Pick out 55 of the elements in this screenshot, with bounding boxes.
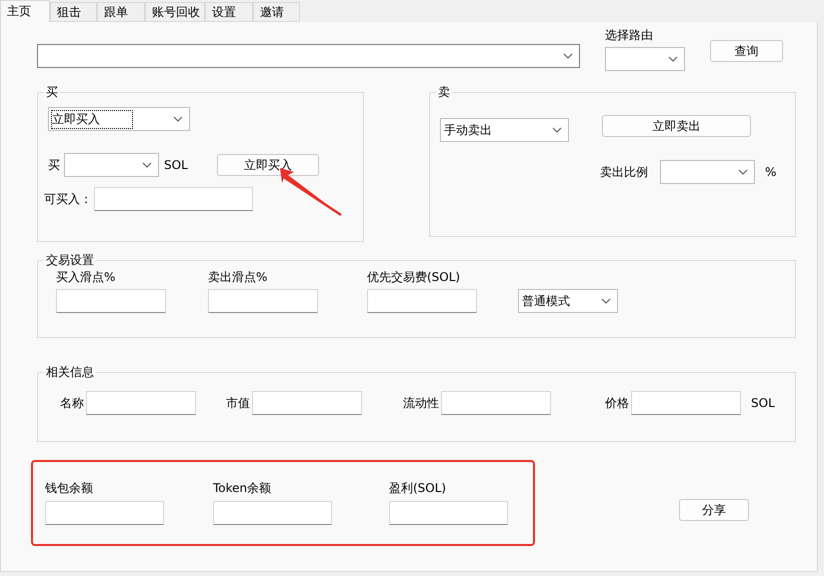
field-label: 市值 <box>226 394 250 412</box>
group-title: 相关信息 <box>45 364 95 381</box>
field-label: 买入滑点% <box>56 269 116 286</box>
input-field[interactable] <box>367 289 477 313</box>
buy-amount-label: 买 <box>48 156 60 174</box>
input-field[interactable] <box>208 289 318 313</box>
group-title: 卖 <box>437 84 451 101</box>
tab[interactable]: 邀请 <box>253 2 300 22</box>
field-label: 盈利(SOL) <box>389 480 448 497</box>
chevron-down-icon <box>173 116 183 122</box>
group-title: 交易设置 <box>45 252 95 269</box>
chevron-down-icon <box>668 56 678 62</box>
tab[interactable]: 狙击 <box>50 2 97 22</box>
input-field[interactable] <box>389 501 508 525</box>
field-label: 名称 <box>60 394 84 412</box>
tab[interactable]: 账号回收 <box>145 2 205 22</box>
chevron-down-icon <box>738 169 748 175</box>
query-button[interactable]: 查询 <box>710 40 783 62</box>
tab[interactable]: 跟单 <box>97 2 145 22</box>
input-field[interactable] <box>45 501 164 525</box>
chevron-down-icon <box>552 127 562 133</box>
input-field[interactable] <box>56 289 166 313</box>
mode-select[interactable]: 普通模式 <box>518 289 618 313</box>
buy-mode-select[interactable]: 立即买入 <box>48 107 190 131</box>
token-select[interactable] <box>37 44 580 68</box>
available-field[interactable] <box>94 187 253 211</box>
chevron-down-icon <box>601 298 611 304</box>
input-field[interactable] <box>252 391 362 415</box>
percent-unit: % <box>765 165 776 179</box>
field-label: 卖出滑点% <box>208 269 268 286</box>
field-label: 流动性 <box>403 394 439 412</box>
sell-mode-select[interactable]: 手动卖出 <box>440 118 569 142</box>
field-label: 优先交易费(SOL) <box>367 269 462 286</box>
chevron-down-icon <box>142 162 152 168</box>
input-field[interactable] <box>213 501 332 525</box>
sell-ratio-label: 卖出比例 <box>600 164 648 180</box>
input-field[interactable] <box>631 391 741 415</box>
chevron-down-icon <box>563 53 573 59</box>
input-field[interactable] <box>441 391 551 415</box>
buy-amount-select[interactable] <box>64 153 159 177</box>
input-field[interactable] <box>86 391 196 415</box>
field-label: Token余额 <box>213 480 272 497</box>
available-label: 可买入： <box>44 190 92 208</box>
share-button[interactable]: 分享 <box>679 499 749 521</box>
tab[interactable]: 主页 <box>0 0 50 22</box>
route-label: 选择路由 <box>605 27 654 44</box>
sol-unit: SOL <box>751 396 775 410</box>
field-label: 价格 <box>605 394 629 412</box>
tab[interactable]: 设置 <box>205 2 253 22</box>
group-title: 买 <box>45 84 59 101</box>
sol-unit: SOL <box>164 158 188 172</box>
sell-ratio-select[interactable] <box>660 160 755 184</box>
sell-now-button[interactable]: 立即卖出 <box>602 115 751 137</box>
route-select[interactable] <box>605 47 685 71</box>
field-label: 钱包余额 <box>45 480 94 497</box>
